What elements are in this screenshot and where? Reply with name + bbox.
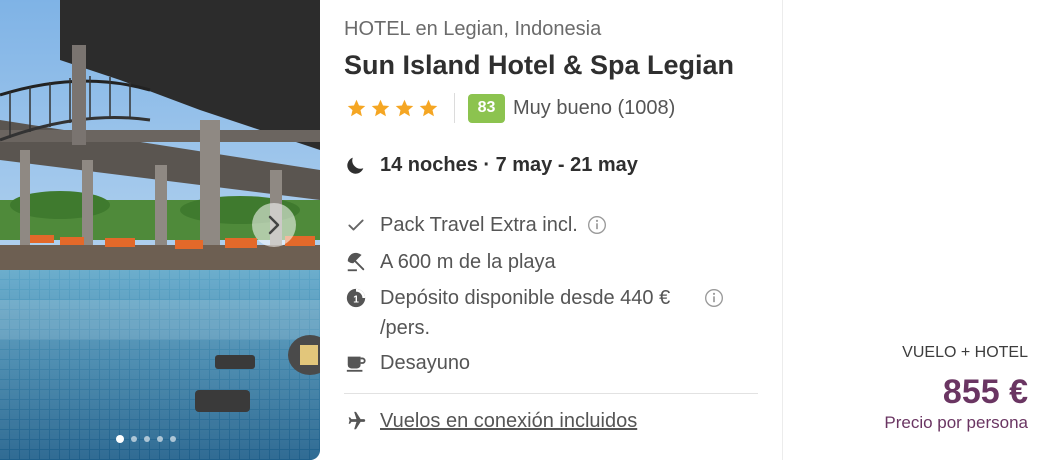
hotel-result-card: HOTEL en Legian, Indonesia Sun Island Ho…	[0, 0, 1042, 460]
divider	[454, 93, 455, 123]
deposit-text: Depósito disponible desde 440 €	[380, 287, 671, 309]
feature-item: Desayuno	[344, 348, 470, 378]
feature-item: Pack Travel Extra incl.	[344, 210, 607, 240]
svg-text:1: 1	[353, 295, 359, 306]
coffee-cup-icon	[344, 351, 368, 375]
carousel-dot[interactable]	[144, 436, 150, 442]
chevron-right-icon	[268, 215, 280, 235]
feature-item: 1 Depósito disponible desde 440 € /pers.	[344, 283, 724, 343]
carousel-dots	[116, 435, 176, 443]
deposit-text-unit: /pers.	[380, 317, 431, 339]
moon-icon	[344, 153, 368, 177]
carousel-dot[interactable]	[131, 436, 137, 442]
flights-link[interactable]: Vuelos en conexión incluidos	[380, 406, 637, 436]
hotel-type-location: HOTEL en Legian, Indonesia	[344, 18, 602, 40]
hotel-name[interactable]: Sun Island Hotel & Spa Legian	[344, 50, 734, 81]
feature-text: Pack Travel Extra incl.	[380, 214, 578, 236]
star-icon	[395, 99, 414, 116]
hotel-photo-carousel[interactable]	[0, 0, 320, 460]
carousel-dot[interactable]	[157, 436, 163, 442]
deposit-icon: 1	[344, 286, 368, 310]
beach-umbrella-icon	[344, 250, 368, 274]
carousel-dot[interactable]	[116, 435, 124, 443]
stay-dates: 14 noches · 7 may - 21 may	[344, 150, 638, 180]
star-icon	[347, 99, 366, 116]
airplane-icon	[344, 409, 368, 433]
info-icon[interactable]	[587, 215, 607, 235]
price-panel: VUELO + HOTEL 855 € Precio por persona	[782, 0, 1042, 460]
feature-item: A 600 m de la playa	[344, 247, 556, 277]
carousel-next-button[interactable]	[252, 203, 296, 247]
info-icon[interactable]	[704, 288, 724, 308]
carousel-dot[interactable]	[170, 436, 176, 442]
rating-row: 83 Muy bueno (1008)	[346, 92, 675, 124]
check-icon	[344, 213, 368, 237]
price-per-person-label: Precio por persona	[884, 413, 1028, 432]
package-type: VUELO + HOTEL	[902, 344, 1028, 361]
review-score-text[interactable]: Muy bueno (1008)	[513, 97, 675, 120]
hotel-stars	[346, 98, 439, 119]
feature-text: A 600 m de la playa	[380, 251, 556, 273]
star-icon	[371, 99, 390, 116]
flights-row: Vuelos en conexión incluidos	[344, 406, 637, 436]
price-amount[interactable]: 855 €	[943, 373, 1028, 412]
stay-nights-dates: 14 noches · 7 may - 21 may	[380, 154, 638, 176]
review-score-badge[interactable]: 83	[468, 93, 505, 123]
feature-text: Desayuno	[380, 352, 471, 374]
divider	[344, 393, 758, 394]
star-icon	[419, 99, 438, 116]
feature-text: Depósito disponible desde 440 € /pers.	[380, 283, 710, 343]
hotel-info: HOTEL en Legian, Indonesia Sun Island Ho…	[344, 0, 764, 460]
